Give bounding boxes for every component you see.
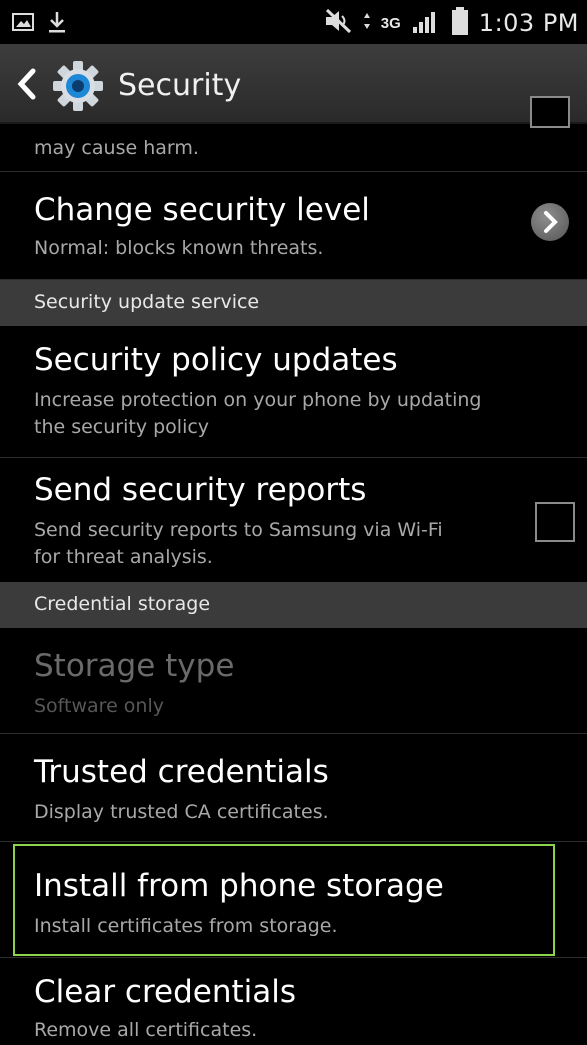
network-type: 3G (380, 14, 401, 32)
list-item-security-policy-updates[interactable]: Security policy updates Increase protect… (0, 326, 587, 458)
gear-icon[interactable] (52, 60, 104, 112)
row-title: Storage type (34, 648, 235, 684)
screenshot-icon (12, 12, 34, 36)
list-item-send-security-reports[interactable]: Send security reports Send security repo… (0, 458, 587, 592)
row-title: Change security level (34, 192, 370, 228)
row-subtitle: Display trusted CA certificates. (34, 801, 329, 823)
row-title: Security policy updates (34, 342, 398, 378)
status-bar: 3G 1:03 PM (0, 0, 587, 44)
section-label: Security update service (34, 291, 260, 313)
clock: 1:03 PM (478, 9, 579, 37)
list-item-trusted-credentials[interactable]: Trusted credentials Display trusted CA c… (0, 734, 587, 842)
row-title: Send security reports (34, 472, 367, 508)
list-item-partial[interactable]: may cause harm. (0, 96, 587, 172)
row-subtitle-line1: Send security reports to Samsung via Wi-… (34, 519, 443, 541)
action-bar: Security (0, 44, 587, 124)
highlight-box (13, 844, 555, 956)
row-subtitle: Software only (34, 695, 164, 717)
list-item-clear-credentials[interactable]: Clear credentials Remove all certificate… (0, 958, 587, 1045)
page-title: Security (118, 68, 242, 103)
signal-icon (411, 8, 441, 38)
mute-icon (323, 8, 353, 38)
download-icon (48, 10, 66, 38)
row-subtitle: Normal: blocks known threats. (34, 237, 324, 259)
row-subtitle: Remove all certificates. (34, 1019, 258, 1041)
row-subtitle: may cause harm. (34, 137, 199, 159)
row-title: Trusted credentials (34, 754, 329, 790)
send-reports-checkbox[interactable] (535, 502, 575, 542)
section-header-update-service: Security update service (0, 280, 587, 326)
section-header-credential-storage: Credential storage (0, 582, 587, 628)
chevron-left-icon[interactable] (14, 66, 38, 102)
row-subtitle-line2: the security policy (34, 416, 210, 438)
data-transfer-icon (363, 12, 371, 34)
chevron-right-icon[interactable] (531, 203, 569, 241)
checkbox[interactable] (530, 96, 570, 128)
list-item-storage-type: Storage type Software only (0, 628, 587, 734)
row-subtitle-line1: Increase protection on your phone by upd… (34, 389, 482, 411)
row-subtitle-line2: for threat analysis. (34, 546, 213, 568)
row-title: Clear credentials (34, 974, 297, 1010)
list-item-change-security-level[interactable]: Change security level Normal: blocks kno… (0, 172, 587, 280)
section-label: Credential storage (34, 593, 211, 615)
battery-icon (451, 6, 469, 40)
